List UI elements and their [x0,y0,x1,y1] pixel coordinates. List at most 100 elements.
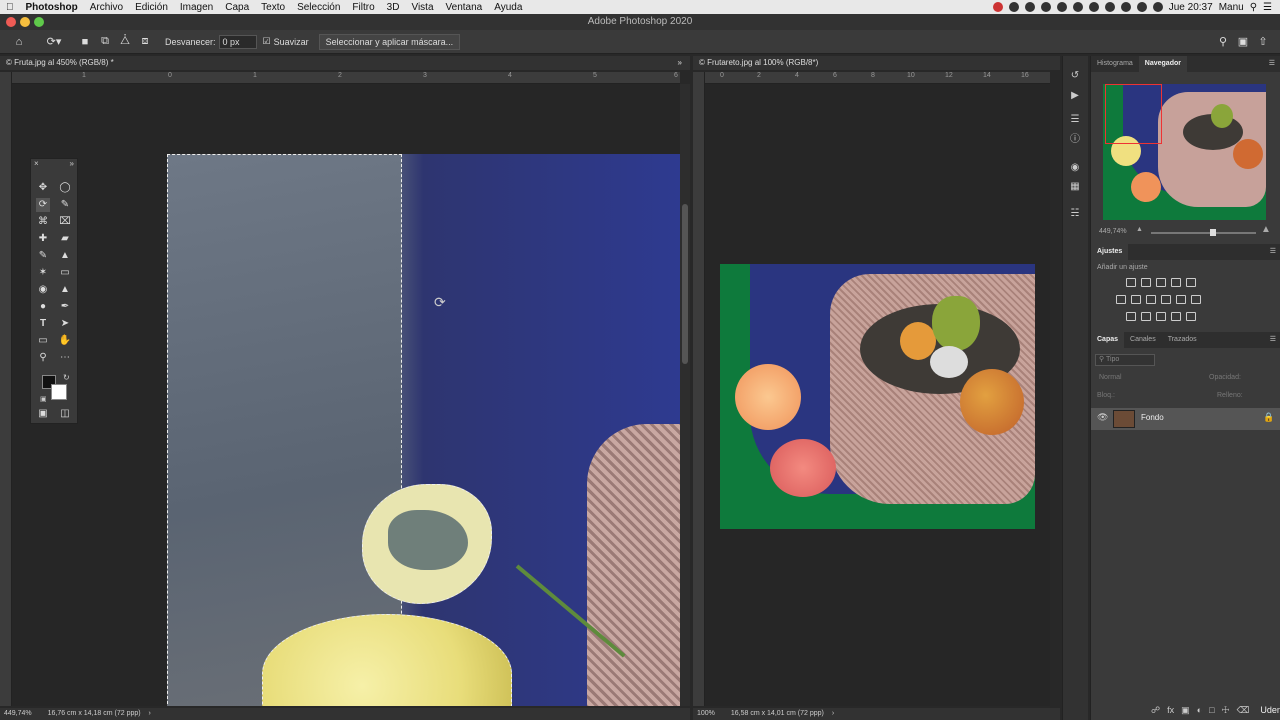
move-tool-icon[interactable]: ✥ [36,181,50,195]
zoom-level-doc2[interactable]: 100% [697,710,715,717]
zoomed-image[interactable] [167,154,680,706]
menu-ventana[interactable]: Ventana [440,2,489,13]
app-menu[interactable]: Photoshop [20,2,84,13]
paint-bucket-icon[interactable]: ◉ [36,283,50,297]
frame-tool-icon[interactable]: ⌧ [58,215,72,229]
intersect-selection-icon[interactable]: ⧈ [138,35,152,49]
swap-colors-icon[interactable]: ↻ [63,373,70,382]
zoom-out-icon[interactable]: ▲ [1136,226,1143,233]
tab-navegador[interactable]: Navegador [1138,56,1187,72]
volume-icon[interactable] [1136,2,1147,12]
apple-icon[interactable]:  [0,2,20,13]
status-menu-icon[interactable]: › [832,710,834,717]
brightness-adj-icon[interactable] [1126,278,1136,287]
panel-menu-icon[interactable]: ☰ [1269,56,1280,72]
clone-stamp-icon[interactable]: ▲ [58,249,72,263]
search-status-icon[interactable] [1008,2,1019,12]
user-name[interactable]: Manu [1219,2,1244,13]
status-app-icon[interactable] [992,2,1003,12]
menu-ayuda[interactable]: Ayuda [488,2,528,13]
smooth-checkbox[interactable]: ☑ [263,36,271,47]
type-tool-icon[interactable]: T [36,317,50,331]
panel-menu-icon[interactable]: ☰ [1270,244,1280,260]
menu-list-icon[interactable]: ☰ [1263,2,1272,13]
brush-tool-icon[interactable]: ✎ [36,249,50,263]
broadcast-icon[interactable] [1040,2,1051,12]
background-color-swatch[interactable] [51,384,67,400]
blur-tool-icon[interactable]: ▲ [58,283,72,297]
layer-row-fondo[interactable]: 👁 Fondo 🔒 [1091,408,1280,430]
adjustment-layer-icon[interactable]: ◐ [1197,705,1202,715]
eraser-icon[interactable]: ▭ [58,266,72,280]
subtract-selection-icon[interactable]: ⧊ [118,35,132,49]
doc-size-doc2[interactable]: 16,58 cm x 14,01 cm (72 ppp) [731,710,824,717]
swatches-panel-icon[interactable]: ▦ [1069,181,1081,193]
close-window-icon[interactable] [6,17,16,27]
new-selection-icon[interactable]: ■ [78,35,92,49]
tab-canales[interactable]: Canales [1124,332,1162,348]
brush-panel-icon[interactable]: ◉ [1069,162,1081,174]
zoom-tool-icon[interactable]: ⚲ [36,351,50,365]
panel-menu-icon[interactable]: ☰ [1270,332,1280,348]
history-brush-icon[interactable]: ✶ [36,266,50,280]
navigator-zoom-value[interactable]: 449,74% [1099,228,1127,235]
tab-trazados[interactable]: Trazados [1162,332,1203,348]
screen-icon[interactable] [1024,2,1035,12]
zoom-in-icon[interactable]: ▲ [1261,224,1271,235]
selective-color-adj-icon[interactable] [1186,312,1196,321]
visibility-eye-icon[interactable]: 👁 [1097,412,1108,423]
invert-adj-icon[interactable] [1126,312,1136,321]
tab-frutareto[interactable]: © Frutareto.jpg al 100% (RGB/8*) [693,56,1060,70]
history-panel-icon[interactable]: ↺ [1069,70,1081,82]
lasso-preset-icon[interactable]: ⟳▾ [43,35,65,49]
posterize-adj-icon[interactable] [1141,312,1151,321]
menu-3d[interactable]: 3D [381,2,406,13]
canvas-doc2[interactable] [705,84,1050,706]
pen-tool-icon[interactable]: ✒ [58,300,72,314]
feather-input[interactable]: 0 px [218,34,257,49]
home-icon[interactable]: ⌂ [12,35,26,49]
panel-collapse-icon[interactable]: » [678,56,682,70]
color-lookup-adj-icon[interactable] [1191,295,1201,304]
clock[interactable]: Jue 20:37 [1169,2,1213,13]
curves-adj-icon[interactable] [1156,278,1166,287]
toolbox-collapse-icon[interactable]: » [70,159,74,168]
menu-seleccion[interactable]: Selección [291,2,346,13]
gradient-map-adj-icon[interactable] [1171,312,1181,321]
vibrance-adj-icon[interactable] [1186,278,1196,287]
layer-style-icon[interactable]: fx [1167,705,1174,715]
menu-imagen[interactable]: Imagen [174,2,219,13]
link-layers-icon[interactable]: ☍ [1151,705,1160,716]
still-life-image[interactable] [720,264,1035,529]
workspace-icon[interactable]: ▣ [1236,35,1250,49]
exposure-adj-icon[interactable] [1171,278,1181,287]
menu-vista[interactable]: Vista [405,2,439,13]
navigator-thumbnail[interactable] [1103,84,1266,220]
zoom-level[interactable]: 449,74% [4,710,32,717]
add-mask-icon[interactable]: ▣ [1181,705,1190,716]
layer-name[interactable]: Fondo [1141,413,1164,422]
crop-tool-icon[interactable]: ⌘ [36,215,50,229]
menu-texto[interactable]: Texto [255,2,291,13]
wifi-icon[interactable] [1120,2,1131,12]
toolbox-close-icon[interactable]: × [34,159,39,168]
photo-filter-adj-icon[interactable] [1161,295,1171,304]
color-balance-adj-icon[interactable] [1131,295,1141,304]
evernote-icon[interactable] [1072,2,1083,12]
menu-archivo[interactable]: Archivo [84,2,129,13]
healing-brush-icon[interactable]: ▰ [58,232,72,246]
navigator-view-box[interactable] [1105,84,1162,144]
scrollbar-vertical-doc1[interactable] [680,84,690,706]
search-icon[interactable]: ⚲ [1216,35,1230,49]
quick-mask-icon[interactable]: ▣ [36,407,50,421]
screen-mode-icon[interactable]: ◫ [58,407,72,421]
default-colors-icon[interactable]: ▣ [40,395,47,403]
bw-adj-icon[interactable] [1146,295,1156,304]
rectangle-tool-icon[interactable]: ▭ [36,334,50,348]
eye-status-icon[interactable] [1056,2,1067,12]
layer-filter-input[interactable]: ⚲ Tipo [1095,354,1155,366]
canvas-doc1[interactable]: ⟳ [12,84,680,706]
menu-capa[interactable]: Capa [219,2,255,13]
levels-adj-icon[interactable] [1141,278,1151,287]
libraries-panel-icon[interactable]: ☵ [1069,208,1081,220]
